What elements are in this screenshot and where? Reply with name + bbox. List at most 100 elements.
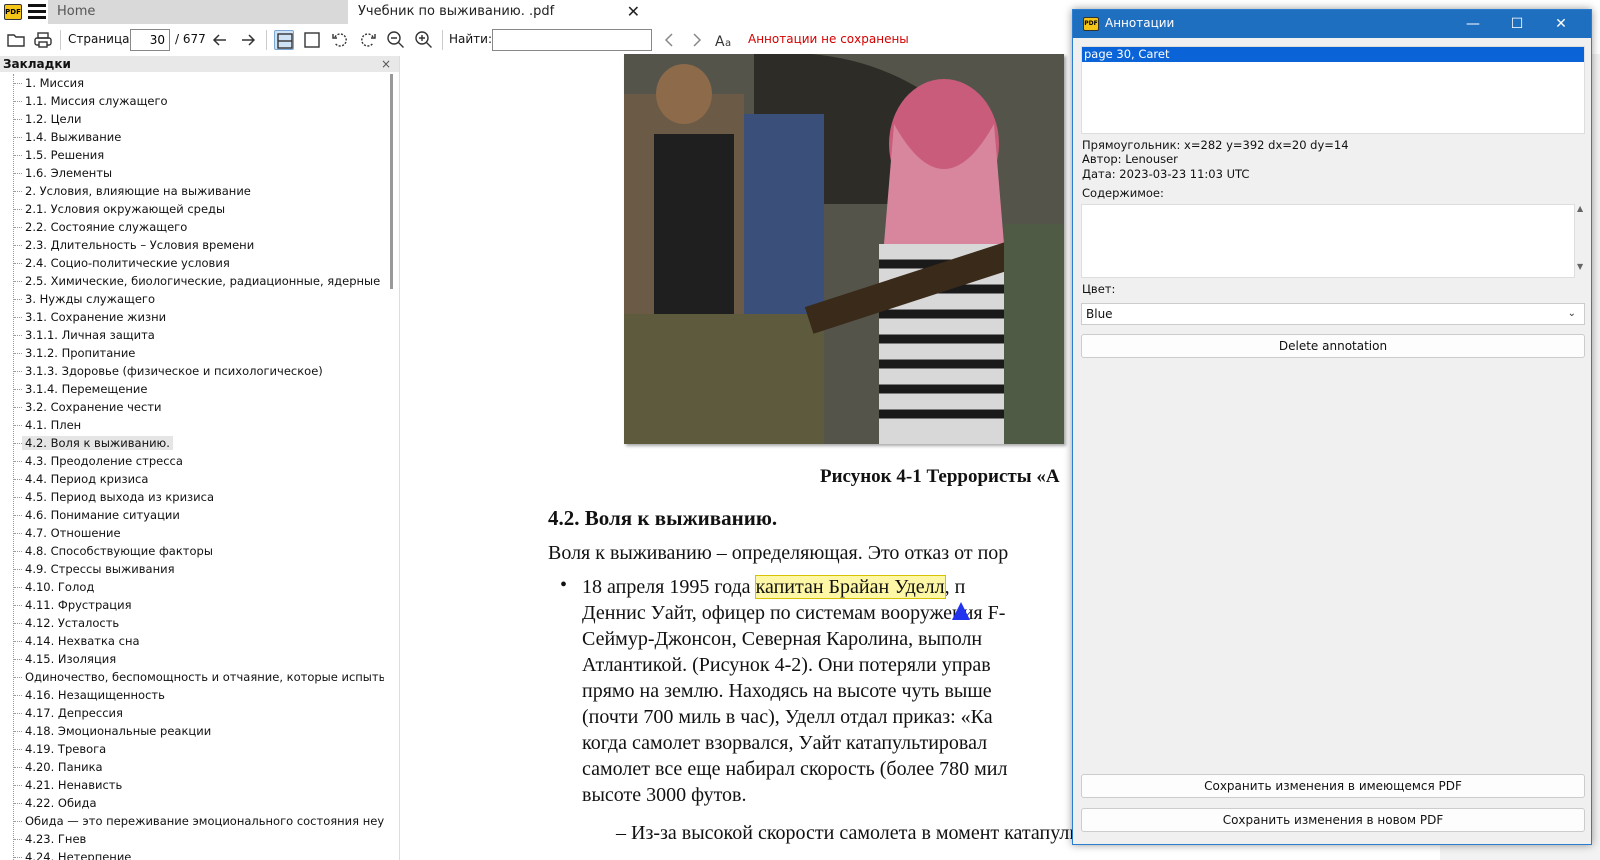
color-label: Цвет: <box>1082 282 1116 296</box>
print-icon[interactable] <box>33 30 53 50</box>
font-case-icon[interactable]: Aa <box>714 30 734 50</box>
page-total: / 677 <box>175 32 206 46</box>
annotations-title-bar[interactable]: PDF Аннотации — ☐ ✕ <box>1073 10 1591 38</box>
bookmark-item[interactable]: 3.1.2. Пропитание <box>0 344 384 362</box>
tab-document[interactable]: Учебник по выживанию. .pdf ✕ <box>350 0 650 24</box>
bookmark-item[interactable]: 4.9. Стрессы выживания <box>0 560 384 578</box>
bookmark-item[interactable]: 4.5. Период выхода из кризиса <box>0 488 384 506</box>
bookmark-item[interactable]: 2.4. Социо-политические условия <box>0 254 384 272</box>
bookmark-item[interactable]: 1.6. Элементы <box>0 164 384 182</box>
bookmark-label: 4.18. Эмоциональные реакции <box>25 724 212 738</box>
bookmark-item[interactable]: 1.4. Выживание <box>0 128 384 146</box>
bookmark-item[interactable]: 4.6. Понимание ситуации <box>0 506 384 524</box>
close-icon[interactable]: ✕ <box>1551 14 1571 34</box>
bookmark-item[interactable]: 1.2. Цели <box>0 110 384 128</box>
body-text-line: самолет все еще набирал скорость (более … <box>582 758 1007 781</box>
bookmark-label: 3.1.2. Пропитание <box>25 346 136 360</box>
body-text: прямо на землю. Находясь на высоте чуть … <box>582 680 992 702</box>
bookmark-item[interactable]: Одиночество, беспомощность и отчаяние, к… <box>0 668 384 686</box>
chevron-down-icon: ⌄ <box>1567 308 1576 319</box>
rotate-right-icon[interactable] <box>358 30 378 50</box>
body-text-line: Атлантикой. (Рисунок 4-2). Они потеряли … <box>582 654 991 677</box>
zoom-in-icon[interactable] <box>414 30 434 50</box>
page-number-input[interactable] <box>130 29 170 51</box>
bookmark-item[interactable]: 4.4. Период кризиса <box>0 470 384 488</box>
bookmark-item[interactable]: 3.1. Сохранение жизни <box>0 308 384 326</box>
figure-photo <box>624 54 1064 444</box>
find-previous-icon[interactable] <box>660 30 680 50</box>
bookmark-item[interactable]: 4.10. Голод <box>0 578 384 596</box>
bookmark-item[interactable]: 4.20. Паника <box>0 758 384 776</box>
minimize-icon[interactable]: — <box>1463 14 1483 34</box>
bookmark-label: 4.16. Незащищенность <box>25 688 165 702</box>
find-input[interactable] <box>492 29 652 51</box>
bookmarks-close-icon[interactable]: × <box>381 56 391 72</box>
arrow-right-icon[interactable] <box>238 30 258 50</box>
annotation-list-item[interactable]: page 30, Caret <box>1082 47 1584 62</box>
maximize-icon[interactable]: ☐ <box>1507 14 1527 34</box>
caret-annotation-marker[interactable] <box>952 602 970 620</box>
bookmark-item[interactable]: 2. Условия, влияющие на выживание <box>0 182 384 200</box>
save-new-pdf-button[interactable]: Сохранить изменения в новом PDF <box>1081 808 1585 832</box>
bookmark-item[interactable]: 4.1. Плен <box>0 416 384 434</box>
highlight-annotation[interactable]: капитан Брайан Уделл <box>754 575 946 599</box>
body-text: Деннис Уайт, офицер по системам вооружен… <box>582 602 1006 624</box>
bookmark-item[interactable]: 2.1. Условия окружающей среды <box>0 200 384 218</box>
annotations-list[interactable]: page 30, Caret <box>1081 46 1585 134</box>
arrow-left-icon[interactable] <box>210 30 230 50</box>
bookmark-item[interactable]: 4.14. Нехватка сна <box>0 632 384 650</box>
hamburger-menu-icon[interactable] <box>28 4 46 20</box>
bookmark-item[interactable]: 1.1. Миссия служащего <box>0 92 384 110</box>
tab-home[interactable]: Home <box>48 0 348 24</box>
bookmark-item[interactable]: 4.19. Тревога <box>0 740 384 758</box>
bookmark-item[interactable]: 1.5. Решения <box>0 146 384 164</box>
bookmark-item[interactable]: 4.11. Фрустрация <box>0 596 384 614</box>
delete-annotation-button[interactable]: Delete annotation <box>1081 334 1585 358</box>
annotation-content-field[interactable] <box>1081 204 1575 278</box>
body-text: самолет все еще набирал скорость (более … <box>582 758 1008 780</box>
bookmark-item[interactable]: 3. Нужды служащего <box>0 290 384 308</box>
bookmark-item[interactable]: 4.3. Преодоление стресса <box>0 452 384 470</box>
bookmark-item[interactable]: 4.24. Нетерпение <box>0 848 384 860</box>
save-existing-pdf-button[interactable]: Сохранить изменения в имеющемся PDF <box>1081 774 1585 798</box>
annotation-author: Автор: Lenouser <box>1082 152 1178 166</box>
bookmark-label: 4.21. Ненависть <box>25 778 123 792</box>
single-page-view-icon[interactable] <box>302 30 322 50</box>
scroll-down-icon[interactable]: ▼ <box>1577 262 1583 271</box>
bookmark-item[interactable]: 4.8. Способствующие факторы <box>0 542 384 560</box>
bookmark-label: 1. Миссия <box>25 76 85 90</box>
bookmark-item[interactable]: 2.3. Длительность – Условия времени <box>0 236 384 254</box>
bookmarks-scrollbar[interactable] <box>390 74 393 289</box>
bookmark-item[interactable]: 3.2. Сохранение чести <box>0 398 384 416</box>
app-logo-icon: PDF <box>4 4 22 20</box>
bookmark-item[interactable]: 4.15. Изоляция <box>0 650 384 668</box>
bookmark-item[interactable]: 3.1.4. Перемещение <box>0 380 384 398</box>
find-next-icon[interactable] <box>686 30 706 50</box>
bookmark-label: 4.17. Депрессия <box>25 706 123 720</box>
bookmark-item[interactable]: 4.17. Депрессия <box>0 704 384 722</box>
bookmark-item[interactable]: 4.22. Обида <box>0 794 384 812</box>
zoom-out-icon[interactable] <box>386 30 406 50</box>
tab-close-icon[interactable]: ✕ <box>627 0 640 24</box>
bookmark-item[interactable]: Обида — это переживание эмоционального с… <box>0 812 384 830</box>
rotate-left-icon[interactable] <box>330 30 350 50</box>
bookmark-item[interactable]: 4.12. Усталость <box>0 614 384 632</box>
scroll-up-icon[interactable]: ▲ <box>1577 204 1583 213</box>
bookmark-item[interactable]: 4.16. Незащищенность <box>0 686 384 704</box>
color-select[interactable]: Blue ⌄ <box>1081 303 1585 325</box>
bookmark-item[interactable]: 2.5. Химические, биологические, радиацио… <box>0 272 384 290</box>
bookmark-item[interactable]: 4.23. Гнев <box>0 830 384 848</box>
body-text-line: 18 апреля 1995 года капитан Брайан Уделл… <box>582 575 965 599</box>
open-folder-icon[interactable] <box>6 30 26 50</box>
bookmark-item[interactable]: 2.2. Состояние служащего <box>0 218 384 236</box>
bookmark-item[interactable]: 1. Миссия <box>0 74 384 92</box>
body-text: высоте 3000 футов. <box>582 784 747 806</box>
bookmark-item[interactable]: 4.18. Эмоциональные реакции <box>0 722 384 740</box>
bookmark-item[interactable]: 4.7. Отношение <box>0 524 384 542</box>
bookmark-item[interactable]: 3.1.1. Личная защита <box>0 326 384 344</box>
bookmark-item[interactable]: 3.1.3. Здоровье (физическое и психологич… <box>0 362 384 380</box>
continuous-page-view-icon[interactable] <box>274 30 294 50</box>
bookmark-item[interactable]: 4.21. Ненависть <box>0 776 384 794</box>
bookmark-item[interactable]: 4.2. Воля к выживанию. <box>0 434 384 452</box>
toolbar: Страница: / 677 Найти: Aa Аннотации не с… <box>0 26 1075 54</box>
